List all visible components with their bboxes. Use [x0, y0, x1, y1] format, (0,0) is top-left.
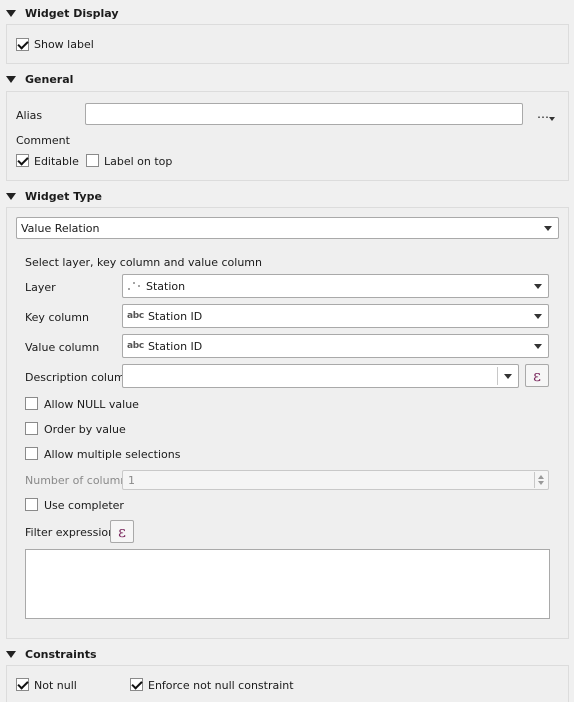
alias-label: Alias — [16, 109, 43, 122]
spin-down-icon[interactable] — [538, 481, 544, 485]
section-header-widget-type[interactable]: Widget Type — [6, 188, 102, 204]
filter-expression-label: Filter expression — [25, 526, 116, 539]
dropdown-separator — [497, 367, 498, 385]
section-title: Widget Type — [25, 189, 102, 203]
description-column-label: Description column — [25, 371, 132, 384]
filter-expression-button[interactable]: ε — [110, 520, 134, 543]
editable-label: Editable — [34, 155, 79, 168]
show-label-label: Show label — [34, 38, 94, 51]
layer-label: Layer — [25, 281, 56, 294]
enforce-not-null-checkbox[interactable] — [130, 678, 143, 691]
chevron-down-icon — [534, 314, 542, 319]
alias-input[interactable] — [85, 103, 523, 125]
order-by-value-checkbox[interactable] — [25, 422, 38, 435]
value-column-dropdown[interactable]: abc Station ID — [122, 334, 549, 358]
collapse-triangle-icon — [6, 75, 16, 83]
number-of-columns-spinbox[interactable]: 1 — [122, 470, 549, 490]
number-of-columns-label: Number of columns — [25, 474, 134, 487]
point-layer-icon — [127, 280, 141, 292]
order-by-value-label: Order by value — [44, 423, 126, 436]
section-title: Constraints — [25, 647, 97, 661]
value-column-selected: Station ID — [147, 339, 203, 353]
instruction-text: Select layer, key column and value colum… — [25, 256, 262, 269]
allow-null-label: Allow NULL value — [44, 398, 139, 411]
section-header-general[interactable]: General — [6, 71, 73, 87]
string-field-icon: abc — [127, 311, 144, 321]
chevron-down-icon — [544, 226, 552, 231]
key-column-label: Key column — [25, 311, 89, 324]
not-null-label: Not null — [34, 679, 77, 692]
spin-up-icon[interactable] — [538, 475, 544, 479]
widget-display-panel: Show label — [6, 24, 569, 64]
label-on-top-label: Label on top — [104, 155, 173, 168]
expression-icon: ε — [533, 366, 541, 385]
use-completer-label: Use completer — [44, 499, 124, 512]
section-title: General — [25, 72, 74, 86]
general-panel: Alias … Comment Editable Label on top — [6, 91, 569, 181]
enforce-not-null-label: Enforce not null constraint — [148, 679, 294, 692]
widget-type-panel: Value Relation Select layer, key column … — [6, 207, 569, 639]
allow-multiple-checkbox[interactable] — [25, 447, 38, 460]
expression-icon: ε — [118, 522, 126, 541]
not-null-checkbox[interactable] — [16, 678, 29, 691]
collapse-triangle-icon — [6, 650, 16, 658]
constraints-panel: Not null Enforce not null constraint — [6, 665, 569, 702]
allow-multiple-label: Allow multiple selections — [44, 448, 181, 461]
collapse-triangle-icon — [6, 9, 16, 17]
widget-type-selected: Value Relation — [21, 221, 100, 235]
section-header-constraints[interactable]: Constraints — [6, 646, 97, 662]
collapse-triangle-icon — [6, 192, 16, 200]
editable-checkbox[interactable] — [16, 154, 29, 167]
show-label-checkbox[interactable] — [16, 38, 29, 51]
layer-selected: Station — [146, 279, 186, 293]
widget-type-dropdown[interactable]: Value Relation — [16, 217, 559, 239]
string-field-icon: abc — [127, 341, 144, 351]
number-of-columns-value: 1 — [128, 473, 135, 487]
description-expression-button[interactable]: ε — [525, 364, 549, 387]
chevron-down-icon — [504, 374, 512, 379]
key-column-selected: Station ID — [147, 309, 203, 323]
key-column-dropdown[interactable]: abc Station ID — [122, 304, 549, 328]
section-title: Widget Display — [25, 6, 119, 20]
chevron-down-icon — [534, 344, 542, 349]
layer-dropdown[interactable]: Station — [122, 274, 549, 298]
section-header-widget-display[interactable]: Widget Display — [6, 5, 119, 21]
value-column-label: Value column — [25, 341, 100, 354]
comment-label: Comment — [16, 134, 70, 147]
more-options-button[interactable]: … — [537, 107, 549, 121]
use-completer-checkbox[interactable] — [25, 498, 38, 511]
filter-expression-textarea[interactable] — [25, 549, 550, 619]
spinbox-separator — [534, 472, 535, 488]
allow-null-checkbox[interactable] — [25, 397, 38, 410]
dropdown-arrow-icon — [549, 117, 555, 121]
label-on-top-checkbox[interactable] — [86, 154, 99, 167]
chevron-down-icon — [534, 284, 542, 289]
description-column-input[interactable] — [122, 364, 519, 388]
